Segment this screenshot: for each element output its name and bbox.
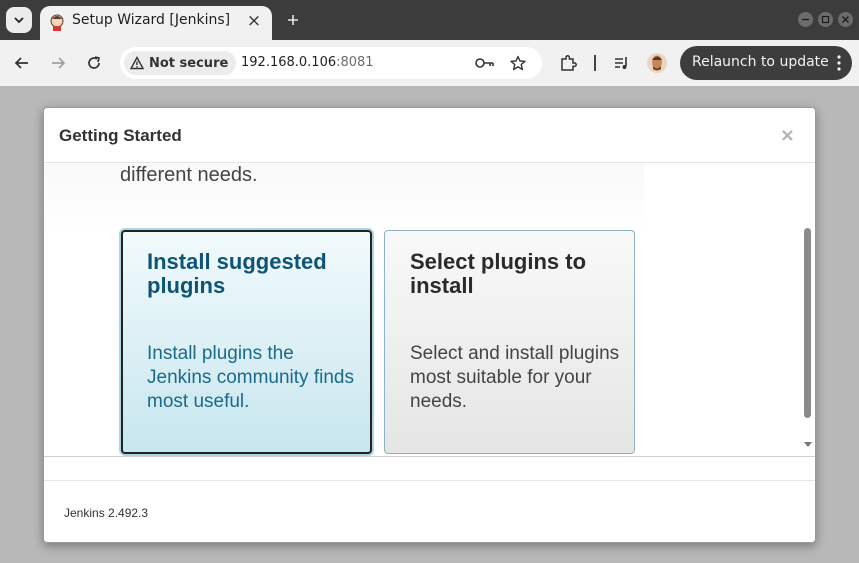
- profile-avatar[interactable]: [645, 51, 669, 75]
- star-icon: [510, 55, 526, 71]
- extensions-button[interactable]: [556, 51, 580, 75]
- toolbar-divider: [594, 55, 596, 71]
- jenkins-version: Jenkins 2.492.3: [64, 506, 149, 520]
- intro-text: different needs.: [120, 164, 258, 186]
- tab-title: Setup Wizard [Jenkins]: [72, 12, 231, 28]
- chevron-down-icon: [14, 17, 24, 24]
- relaunch-label: Relaunch to update: [692, 54, 829, 70]
- scroll-down-arrow-icon[interactable]: [803, 441, 813, 449]
- arrow-left-icon: [14, 57, 28, 69]
- key-icon: [475, 58, 494, 68]
- tab-close-icon[interactable]: ×: [244, 11, 264, 31]
- plus-icon: [288, 15, 298, 25]
- url-text: 192.168.0.106:8081: [241, 55, 374, 70]
- maximize-icon: [821, 15, 830, 24]
- back-button[interactable]: [10, 51, 34, 75]
- avatar-icon: [647, 53, 667, 73]
- close-icon: [842, 16, 849, 23]
- dialog-title: Getting Started: [59, 126, 182, 145]
- dialog-header: Getting Started ×: [44, 108, 815, 163]
- browser-tab-strip: Setup Wizard [Jenkins] ×: [0, 0, 859, 40]
- security-label: Not secure: [149, 55, 229, 71]
- browser-tab-active[interactable]: Setup Wizard [Jenkins] ×: [40, 6, 272, 40]
- window-maximize-button[interactable]: [818, 12, 833, 27]
- dialog-body-divider: [44, 456, 815, 457]
- reload-icon: [88, 56, 100, 69]
- setup-wizard-dialog: Getting Started × different needs. Insta…: [43, 107, 816, 543]
- password-manager-button[interactable]: [475, 53, 495, 73]
- address-bar[interactable]: Not secure 192.168.0.106:8081: [120, 47, 542, 79]
- relaunch-to-update-button[interactable]: Relaunch to update: [680, 46, 852, 80]
- media-controls-button[interactable]: [610, 51, 634, 75]
- warning-triangle-icon: [130, 56, 144, 70]
- jenkins-favicon-icon: [50, 14, 64, 31]
- tab-search-button[interactable]: [6, 7, 32, 33]
- dialog-close-button[interactable]: ×: [780, 125, 795, 146]
- security-indicator[interactable]: Not secure: [124, 51, 237, 75]
- minimize-icon: [802, 18, 809, 21]
- select-plugins-button[interactable]: Select plugins to install Select and ins…: [384, 230, 635, 454]
- forward-button[interactable]: [46, 51, 70, 75]
- dialog-footer-divider: [44, 480, 815, 481]
- card-title: Install suggested plugins: [147, 249, 327, 298]
- window-close-button[interactable]: [838, 12, 853, 27]
- reload-button[interactable]: [82, 51, 106, 75]
- new-tab-button[interactable]: [282, 9, 304, 31]
- kebab-icon: [837, 55, 841, 71]
- dialog-body: different needs. Install suggested plugi…: [44, 164, 815, 456]
- card-title: Select plugins to install: [410, 249, 587, 298]
- url-port: :8081: [336, 55, 374, 70]
- arrow-right-icon: [52, 57, 66, 69]
- dialog-scrollbar[interactable]: [800, 164, 815, 456]
- browser-toolbar: Not secure 192.168.0.106:8081 Relaunch t…: [0, 40, 859, 86]
- window-minimize-button[interactable]: [798, 12, 813, 27]
- card-description: Select and install plugins most suitable…: [410, 343, 620, 412]
- install-suggested-plugins-button[interactable]: Install suggested plugins Install plugin…: [121, 230, 372, 454]
- bookmark-button[interactable]: [508, 53, 528, 73]
- puzzle-icon: [561, 55, 577, 71]
- scrollbar-thumb[interactable]: [804, 228, 811, 418]
- url-host: 192.168.0.106: [241, 55, 337, 70]
- page-backdrop: Getting Started × different needs. Insta…: [0, 86, 859, 563]
- card-description: Install plugins the Jenkins community fi…: [147, 343, 354, 412]
- media-control-icon: [615, 57, 627, 69]
